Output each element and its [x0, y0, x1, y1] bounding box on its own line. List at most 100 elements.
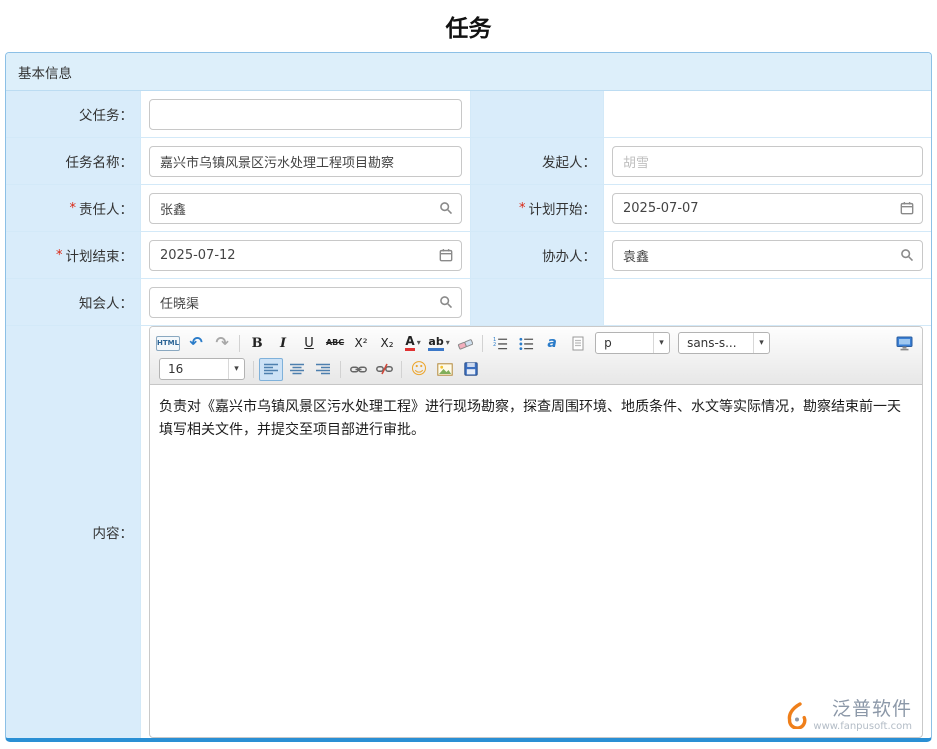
initiator-input[interactable]: [612, 146, 923, 177]
watermark-text: 泛普软件 www.fanpusoft.com: [813, 699, 912, 732]
underline-button[interactable]: U: [297, 332, 321, 355]
ordered-list-button[interactable]: 12: [488, 332, 512, 355]
search-icon[interactable]: [439, 201, 453, 215]
caret-down-icon: ▾: [653, 333, 669, 353]
remove-format-button[interactable]: [453, 332, 477, 355]
plan-start-label-text: 计划开始：: [529, 198, 597, 218]
task-name-input[interactable]: [149, 146, 462, 177]
co-worker-input[interactable]: [612, 240, 923, 271]
link-button[interactable]: [346, 358, 370, 381]
content-label: 内容：: [6, 326, 141, 738]
editor-toolbar-row-1: HTML ↶ ↷ B I U ABC X² X₂ A: [155, 330, 917, 356]
cc-person-label: 知会人：: [6, 279, 141, 326]
paragraph-select[interactable]: p ▾: [595, 332, 670, 354]
media-button[interactable]: [459, 358, 483, 381]
parent-task-input[interactable]: [149, 99, 462, 130]
plan-start-input[interactable]: [612, 193, 923, 224]
link-icon: [350, 364, 367, 375]
font-size-select[interactable]: 16 ▾: [159, 358, 245, 380]
align-center-button[interactable]: [285, 358, 309, 381]
cc-person-label-text: 知会人：: [79, 292, 133, 312]
responsible-label-text: 责任人：: [79, 198, 133, 218]
align-left-button[interactable]: [259, 358, 283, 381]
toolbar-separator: [340, 361, 341, 378]
section-header-basic-info: 基本信息: [6, 53, 931, 91]
highlight-color-button[interactable]: ab ▾: [427, 332, 451, 355]
font-color-button[interactable]: A ▾: [401, 332, 425, 355]
co-worker-cell: [604, 232, 931, 279]
watermark: 泛普软件 www.fanpusoft.com: [786, 699, 912, 732]
plan-end-cell: [141, 232, 471, 279]
document-icon: [572, 336, 584, 351]
page-title: 任务: [0, 0, 937, 52]
unlink-button[interactable]: [372, 358, 396, 381]
image-button[interactable]: [433, 358, 457, 381]
strikethrough-button[interactable]: ABC: [323, 332, 347, 355]
responsible-label: * 责任人：: [6, 185, 141, 232]
unordered-list-button[interactable]: [514, 332, 538, 355]
superscript-button[interactable]: X²: [349, 332, 373, 355]
align-right-button[interactable]: [311, 358, 335, 381]
plan-end-label-text: 计划结束：: [66, 245, 134, 265]
subscript-button[interactable]: X₂: [375, 332, 399, 355]
monitor-icon: [896, 336, 913, 351]
image-icon: [437, 363, 453, 376]
editor-content-area[interactable]: 负责对《嘉兴市乌镇风景区污水处理工程》进行现场勘察，探查周围环境、地质条件、水文…: [150, 385, 922, 737]
paste-button[interactable]: [566, 332, 590, 355]
caret-down-icon: ▾: [446, 339, 450, 347]
plan-start-cell: [604, 185, 931, 232]
caret-down-icon: ▾: [228, 359, 244, 379]
row1-empty-cell: [604, 91, 931, 138]
plan-start-label: * 计划开始：: [471, 185, 604, 232]
plan-end-input[interactable]: [149, 240, 462, 271]
toolbar-separator: [253, 361, 254, 378]
plan-end-label: * 计划结束：: [6, 232, 141, 279]
italic-button[interactable]: I: [271, 332, 295, 355]
editor-toolbar: HTML ↶ ↷ B I U ABC X² X₂ A: [150, 327, 922, 385]
toolbar-separator: [239, 335, 240, 352]
responsible-input[interactable]: [149, 193, 462, 224]
paragraph-select-value: p: [604, 336, 612, 350]
search-icon[interactable]: [900, 248, 914, 262]
task-name-label-text: 任务名称：: [66, 151, 134, 171]
font-size-select-value: 16: [168, 362, 183, 376]
required-asterisk: *: [56, 248, 63, 263]
cc-person-cell: [141, 279, 471, 326]
co-worker-label: 协办人：: [471, 232, 604, 279]
initiator-cell: [604, 138, 931, 185]
align-center-icon: [290, 363, 304, 375]
caret-down-icon: ▾: [417, 339, 421, 347]
calendar-icon[interactable]: [900, 201, 914, 215]
toolbar-separator: [482, 335, 483, 352]
initiator-label: 发起人：: [471, 138, 604, 185]
html-source-button[interactable]: HTML: [156, 336, 180, 351]
emoticon-button[interactable]: ☺: [407, 358, 431, 381]
eraser-icon: [457, 336, 473, 350]
calendar-icon[interactable]: [439, 248, 453, 262]
fullscreen-button[interactable]: [892, 332, 916, 355]
font-family-select[interactable]: sans-s... ▾: [678, 332, 770, 354]
required-asterisk: *: [519, 201, 526, 216]
responsible-cell: [141, 185, 471, 232]
cc-person-input[interactable]: [149, 287, 462, 318]
media-icon: [464, 362, 478, 376]
task-name-label: 任务名称：: [6, 138, 141, 185]
font-family-select-value: sans-s...: [687, 336, 737, 350]
bold-button[interactable]: B: [245, 332, 269, 355]
anchor-button[interactable]: a: [540, 332, 564, 355]
watermark-brand: 泛普软件: [832, 699, 912, 721]
redo-icon[interactable]: ↷: [210, 332, 234, 355]
parent-task-label-text: 父任务：: [79, 104, 133, 124]
basic-info-panel: 基本信息 父任务： 任务名称： 发起人: [5, 52, 932, 742]
content-cell: HTML ↶ ↷ B I U ABC X² X₂ A: [141, 326, 931, 738]
task-name-cell: [141, 138, 471, 185]
content-text: 负责对《嘉兴市乌镇风景区污水处理工程》进行现场勘察，探查周围环境、地质条件、水文…: [159, 396, 913, 442]
content-label-text: 内容：: [93, 522, 134, 542]
align-left-icon: [264, 363, 278, 375]
align-right-icon: [316, 363, 330, 375]
undo-icon[interactable]: ↶: [184, 332, 208, 355]
editor-toolbar-row-2: 16 ▾: [155, 356, 917, 382]
task-page: 任务 基本信息 父任务： 任务名称：: [0, 0, 937, 742]
svg-text:2: 2: [493, 342, 496, 348]
search-icon[interactable]: [439, 295, 453, 309]
